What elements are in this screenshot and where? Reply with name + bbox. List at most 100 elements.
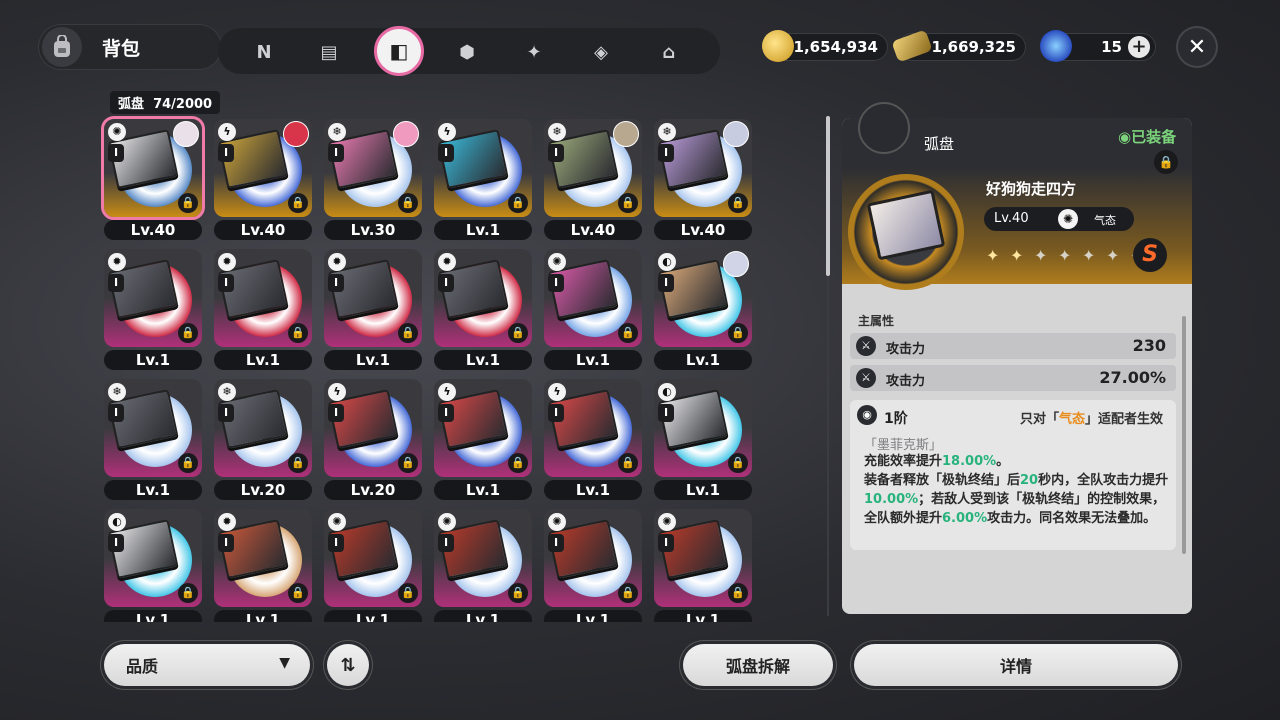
quality-filter-dropdown[interactable]: 品质 ▼ (104, 644, 310, 686)
drive-disc-card[interactable]: ✹ I 🔒 Lv.1 (214, 249, 312, 370)
main-stat-title: 主属性 (858, 314, 895, 328)
equipped-agent-avatar (613, 121, 639, 147)
drive-disc-grid: ✺ I 🔒 Lv.40 ϟ I 🔒 Lv.40 ❄ I 🔒 Lv.30 ϟ I 🔒 Lv.1 ❄ I 🔒 Lv.40 ❄… (100, 116, 760, 622)
material-tab-icon[interactable]: ⬢ (450, 35, 484, 69)
drive-disc-card[interactable]: ◐ I 🔒 Lv.1 (654, 379, 752, 500)
rank-badge: I (218, 144, 234, 162)
drive-disc-card[interactable]: ✹ I 🔒 Lv.1 (434, 249, 532, 370)
drive-disc-tile[interactable]: ϟ I 🔒 (434, 119, 532, 217)
drive-disc-card[interactable]: ϟ I 🔒 Lv.40 (214, 119, 312, 240)
drive-disc-tile[interactable]: ✹ I 🔒 (104, 249, 202, 347)
drive-disc-tile[interactable]: ❄ I 🔒 (654, 119, 752, 217)
energy-orb-icon (1040, 30, 1072, 62)
rank-badge: I (548, 144, 564, 162)
rank-badge: I (328, 534, 344, 552)
drive-disc-tile[interactable]: ❄ I 🔒 (104, 379, 202, 477)
drive-disc-tile[interactable]: ✺ I 🔒 (544, 509, 642, 607)
desc-value: 18.00% (942, 454, 997, 469)
drive-disc-tile[interactable]: ✺ I 🔒 (101, 116, 205, 220)
drive-disc-card[interactable]: ❄ I 🔒 Lv.1 (104, 379, 202, 500)
drive-disc-card[interactable]: ✺ I 🔒 Lv.1 (654, 509, 752, 622)
drive-disc-tile[interactable]: ✺ I 🔒 (434, 509, 532, 607)
drive-disc-tile[interactable]: ϟ I 🔒 (434, 379, 532, 477)
drive-disc-tile[interactable]: ✹ I 🔒 (214, 249, 312, 347)
drive-disc-tab-icon[interactable]: ◧ (374, 26, 424, 76)
drive-disc-tile[interactable]: ✹ I 🔒 (324, 249, 422, 347)
inventory-label: 弧盘 (118, 97, 145, 112)
backpack-icon (42, 27, 82, 67)
food-tab-icon[interactable]: ✦ (517, 35, 551, 69)
lock-icon: 🔒 (288, 583, 308, 603)
drive-disc-card[interactable]: ❄ I 🔒 Lv.40 (654, 119, 752, 240)
drive-disc-card[interactable]: ❄ I 🔒 Lv.40 (544, 119, 642, 240)
disc-level: Lv.1 (214, 350, 312, 370)
lock-icon: 🔒 (618, 193, 638, 213)
attribute-icon: ◐ (658, 383, 676, 401)
detail-scrollbar[interactable] (1182, 316, 1186, 554)
details-button[interactable]: 详情 (854, 644, 1178, 686)
attribute-icon: ✺ (438, 513, 456, 531)
drive-disc-tile[interactable]: ❄ I 🔒 (324, 119, 422, 217)
drive-disc-tile[interactable]: ◐ I 🔒 (104, 509, 202, 607)
drive-disc-card[interactable]: ✹ I 🔒 Lv.1 (324, 249, 422, 370)
detail-name: 好狗狗走四方 (986, 180, 1077, 198)
disc-level: Lv.1 (654, 480, 752, 500)
attribute-icon: ✹ (438, 253, 456, 271)
lock-icon: 🔒 (728, 583, 748, 603)
dismantle-button[interactable]: 弧盘拆解 (683, 644, 833, 686)
device-tab-icon[interactable]: ▤ (312, 35, 346, 69)
disc-level: Lv.20 (324, 480, 422, 500)
star-empty-icon: ✦ (1106, 246, 1120, 265)
lock-icon: 🔒 (728, 323, 748, 343)
desc-text: 。 (996, 454, 1010, 469)
drive-disc-card[interactable]: ϟ I 🔒 Lv.1 (434, 379, 532, 500)
rank-badge: I (658, 534, 674, 552)
drive-disc-card[interactable]: ϟ I 🔒 Lv.1 (544, 379, 642, 500)
grid-scrollbar[interactable] (826, 116, 830, 276)
disc-level: Lv.1 (324, 350, 422, 370)
drive-disc-card[interactable]: ✺ I 🔒 Lv.1 (324, 509, 422, 622)
disc-level: Lv.40 (214, 220, 312, 240)
drive-disc-tile[interactable]: ◐ I 🔒 (654, 249, 752, 347)
drive-disc-tile[interactable]: ✺ I 🔒 (654, 509, 752, 607)
drive-disc-card[interactable]: ✺ I 🔒 Lv.1 (434, 509, 532, 622)
detail-lock-icon[interactable]: 🔒 (1154, 150, 1178, 174)
drive-disc-card[interactable]: ✹ I 🔒 Lv.1 (214, 509, 312, 622)
close-button[interactable]: ✕ (1176, 26, 1218, 68)
disc-level: Lv.20 (214, 480, 312, 500)
drive-disc-tile[interactable]: ✺ I 🔒 (544, 249, 642, 347)
disc-level: Lv.1 (434, 350, 532, 370)
drive-disc-card[interactable]: ✺ I 🔒 Lv.1 (544, 509, 642, 622)
drive-disc-card[interactable]: ❄ I 🔒 Lv.20 (214, 379, 312, 500)
sort-order-button[interactable]: ⇅ (327, 644, 369, 686)
star-empty-icon: ✦ (1034, 246, 1048, 265)
drive-disc-tile[interactable]: ❄ I 🔒 (544, 119, 642, 217)
drive-disc-tile[interactable]: ✺ I 🔒 (324, 509, 422, 607)
drive-disc-tile[interactable]: ◐ I 🔒 (654, 379, 752, 477)
drive-disc-card[interactable]: ✺ I 🔒 Lv.1 (544, 249, 642, 370)
drive-disc-tile[interactable]: ✹ I 🔒 (434, 249, 532, 347)
home-tab-icon[interactable]: ⌂ (652, 35, 686, 69)
drive-disc-card[interactable]: ϟ I 🔒 Lv.1 (434, 119, 532, 240)
agent-tab-icon[interactable]: N (247, 35, 281, 69)
drive-disc-card[interactable]: ◐ I 🔒 Lv.1 (104, 509, 202, 622)
drive-disc-tile[interactable]: ϟ I 🔒 (214, 119, 312, 217)
inventory-count: 弧盘 74/2000 (110, 91, 221, 114)
attribute-icon: ✺ (548, 253, 566, 271)
add-energy-button[interactable]: + (1128, 36, 1150, 58)
drive-disc-tile[interactable]: ϟ I 🔒 (544, 379, 642, 477)
drive-disc-card[interactable]: ✹ I 🔒 Lv.1 (104, 249, 202, 370)
drive-disc-card[interactable]: ✺ I 🔒 Lv.40 (101, 116, 205, 240)
desc-text: 装备者释放「极轨终结」后 (864, 473, 1021, 488)
lock-icon: 🔒 (288, 453, 308, 473)
drive-disc-card[interactable]: ❄ I 🔒 Lv.30 (324, 119, 422, 240)
drive-disc-tile[interactable]: ❄ I 🔒 (214, 379, 312, 477)
tier-icon: ◉ (857, 405, 877, 425)
rank-badge: I (328, 274, 344, 292)
drive-disc-card[interactable]: ϟ I 🔒 Lv.20 (324, 379, 422, 500)
detail-category: 弧盘 (924, 135, 955, 153)
drive-disc-tile[interactable]: ✹ I 🔒 (214, 509, 312, 607)
drive-disc-card[interactable]: ◐ I 🔒 Lv.1 (654, 249, 752, 370)
drive-disc-tile[interactable]: ϟ I 🔒 (324, 379, 422, 477)
item-tab-icon[interactable]: ◈ (584, 35, 618, 69)
